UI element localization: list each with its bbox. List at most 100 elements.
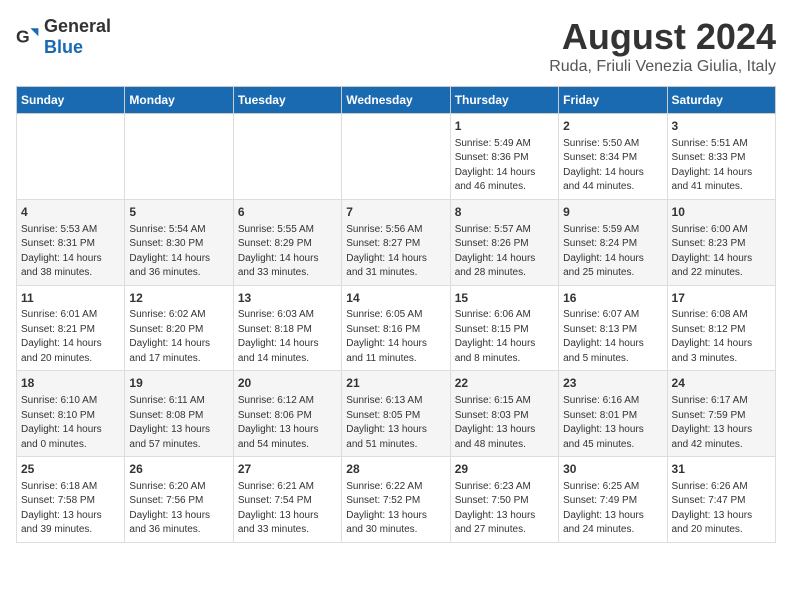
day-number: 28 (346, 461, 445, 478)
day-content: Sunrise: 6:10 AM Sunset: 8:10 PM Dayligh… (21, 394, 120, 452)
day-content: Sunrise: 5:49 AM Sunset: 8:36 PM Dayligh… (455, 137, 554, 195)
day-header-thursday: Thursday (450, 87, 558, 114)
calendar-cell (233, 114, 341, 200)
calendar-cell: 21 Sunrise: 6:13 AM Sunset: 8:05 PM Dayli… (342, 371, 450, 457)
calendar-cell: 28 Sunrise: 6:22 AM Sunset: 7:52 PM Dayli… (342, 457, 450, 543)
day-content: Sunrise: 6:03 AM Sunset: 8:18 PM Dayligh… (238, 308, 337, 366)
day-content: Sunrise: 5:55 AM Sunset: 8:29 PM Dayligh… (238, 223, 337, 281)
day-content: Sunrise: 5:51 AM Sunset: 8:33 PM Dayligh… (672, 137, 771, 195)
day-content: Sunrise: 5:57 AM Sunset: 8:26 PM Dayligh… (455, 223, 554, 281)
svg-text:G: G (16, 27, 30, 47)
day-number: 3 (672, 118, 771, 135)
calendar-cell: 24 Sunrise: 6:17 AM Sunset: 7:59 PM Dayli… (667, 371, 775, 457)
logo-blue: Blue (44, 37, 83, 57)
day-number: 21 (346, 375, 445, 392)
week-row-5: 25Sunrise: 6:18 AM Sunset: 7:58 PM Dayli… (17, 457, 776, 543)
day-header-wednesday: Wednesday (342, 87, 450, 114)
day-number: 20 (238, 375, 337, 392)
day-number: 9 (563, 204, 662, 221)
calendar-cell: 25Sunrise: 6:18 AM Sunset: 7:58 PM Dayli… (17, 457, 125, 543)
day-number: 24 (672, 375, 771, 392)
calendar-cell: 22 Sunrise: 6:15 AM Sunset: 8:03 PM Dayli… (450, 371, 558, 457)
day-content: Sunrise: 6:05 AM Sunset: 8:16 PM Dayligh… (346, 308, 445, 366)
day-number: 8 (455, 204, 554, 221)
calendar-cell: 7 Sunrise: 5:56 AM Sunset: 8:27 PM Daylig… (342, 199, 450, 285)
calendar-cell: 19 Sunrise: 6:11 AM Sunset: 8:08 PM Dayli… (125, 371, 233, 457)
day-number: 11 (21, 290, 120, 307)
calendar-cell: 1 Sunrise: 5:49 AM Sunset: 8:36 PM Daylig… (450, 114, 558, 200)
week-row-1: 1 Sunrise: 5:49 AM Sunset: 8:36 PM Daylig… (17, 114, 776, 200)
calendar-cell: 14Sunrise: 6:05 AM Sunset: 8:16 PM Dayli… (342, 285, 450, 371)
calendar-cell: 23 Sunrise: 6:16 AM Sunset: 8:01 PM Dayli… (559, 371, 667, 457)
calendar-cell: 29Sunrise: 6:23 AM Sunset: 7:50 PM Dayli… (450, 457, 558, 543)
day-content: Sunrise: 6:08 AM Sunset: 8:12 PM Dayligh… (672, 308, 771, 366)
calendar-cell: 5 Sunrise: 5:54 AM Sunset: 8:30 PM Daylig… (125, 199, 233, 285)
day-content: Sunrise: 6:16 AM Sunset: 8:01 PM Dayligh… (563, 394, 662, 452)
day-header-monday: Monday (125, 87, 233, 114)
day-number: 1 (455, 118, 554, 135)
day-content: Sunrise: 6:26 AM Sunset: 7:47 PM Dayligh… (672, 480, 771, 538)
day-content: Sunrise: 6:06 AM Sunset: 8:15 PM Dayligh… (455, 308, 554, 366)
day-number: 13 (238, 290, 337, 307)
day-number: 18 (21, 375, 120, 392)
day-number: 4 (21, 204, 120, 221)
day-content: Sunrise: 6:13 AM Sunset: 8:05 PM Dayligh… (346, 394, 445, 452)
day-header-row: SundayMondayTuesdayWednesdayThursdayFrid… (17, 87, 776, 114)
day-number: 22 (455, 375, 554, 392)
day-content: Sunrise: 6:15 AM Sunset: 8:03 PM Dayligh… (455, 394, 554, 452)
day-content: Sunrise: 5:54 AM Sunset: 8:30 PM Dayligh… (129, 223, 228, 281)
calendar-cell: 27 Sunrise: 6:21 AM Sunset: 7:54 PM Dayli… (233, 457, 341, 543)
calendar-cell: 18 Sunrise: 6:10 AM Sunset: 8:10 PM Dayli… (17, 371, 125, 457)
week-row-3: 11Sunrise: 6:01 AM Sunset: 8:21 PM Dayli… (17, 285, 776, 371)
calendar-cell (342, 114, 450, 200)
day-content: Sunrise: 6:11 AM Sunset: 8:08 PM Dayligh… (129, 394, 228, 452)
logo: G General Blue (16, 16, 111, 58)
day-header-friday: Friday (559, 87, 667, 114)
page-header: G General Blue August 2024 Ruda, Friuli … (16, 16, 776, 76)
logo-icon: G (16, 25, 40, 49)
title-area: August 2024 Ruda, Friuli Venezia Giulia,… (549, 16, 776, 76)
calendar-cell: 30 Sunrise: 6:25 AM Sunset: 7:49 PM Dayli… (559, 457, 667, 543)
calendar-cell: 3 Sunrise: 5:51 AM Sunset: 8:33 PM Daylig… (667, 114, 775, 200)
day-content: Sunrise: 6:21 AM Sunset: 7:54 PM Dayligh… (238, 480, 337, 538)
day-content: Sunrise: 6:01 AM Sunset: 8:21 PM Dayligh… (21, 308, 120, 366)
day-number: 7 (346, 204, 445, 221)
day-number: 23 (563, 375, 662, 392)
calendar-cell: 16Sunrise: 6:07 AM Sunset: 8:13 PM Dayli… (559, 285, 667, 371)
day-content: Sunrise: 6:22 AM Sunset: 7:52 PM Dayligh… (346, 480, 445, 538)
calendar-cell: 2 Sunrise: 5:50 AM Sunset: 8:34 PM Daylig… (559, 114, 667, 200)
calendar-table: SundayMondayTuesdayWednesdayThursdayFrid… (16, 86, 776, 543)
calendar-cell (17, 114, 125, 200)
day-content: Sunrise: 6:25 AM Sunset: 7:49 PM Dayligh… (563, 480, 662, 538)
calendar-subtitle: Ruda, Friuli Venezia Giulia, Italy (549, 58, 776, 76)
day-number: 10 (672, 204, 771, 221)
day-content: Sunrise: 5:59 AM Sunset: 8:24 PM Dayligh… (563, 223, 662, 281)
day-number: 31 (672, 461, 771, 478)
calendar-cell: 26Sunrise: 6:20 AM Sunset: 7:56 PM Dayli… (125, 457, 233, 543)
day-content: Sunrise: 5:50 AM Sunset: 8:34 PM Dayligh… (563, 137, 662, 195)
day-content: Sunrise: 6:20 AM Sunset: 7:56 PM Dayligh… (129, 480, 228, 538)
week-row-4: 18 Sunrise: 6:10 AM Sunset: 8:10 PM Dayli… (17, 371, 776, 457)
calendar-cell (125, 114, 233, 200)
day-number: 17 (672, 290, 771, 307)
day-number: 30 (563, 461, 662, 478)
day-number: 27 (238, 461, 337, 478)
day-number: 19 (129, 375, 228, 392)
day-number: 5 (129, 204, 228, 221)
calendar-cell: 10 Sunrise: 6:00 AM Sunset: 8:23 PM Dayli… (667, 199, 775, 285)
calendar-cell: 20 Sunrise: 6:12 AM Sunset: 8:06 PM Dayli… (233, 371, 341, 457)
calendar-cell: 11Sunrise: 6:01 AM Sunset: 8:21 PM Dayli… (17, 285, 125, 371)
day-content: Sunrise: 6:17 AM Sunset: 7:59 PM Dayligh… (672, 394, 771, 452)
day-content: Sunrise: 5:56 AM Sunset: 8:27 PM Dayligh… (346, 223, 445, 281)
day-number: 16 (563, 290, 662, 307)
day-content: Sunrise: 6:00 AM Sunset: 8:23 PM Dayligh… (672, 223, 771, 281)
day-content: Sunrise: 6:12 AM Sunset: 8:06 PM Dayligh… (238, 394, 337, 452)
logo-general: General (44, 16, 111, 36)
day-content: Sunrise: 5:53 AM Sunset: 8:31 PM Dayligh… (21, 223, 120, 281)
day-number: 25 (21, 461, 120, 478)
day-content: Sunrise: 6:23 AM Sunset: 7:50 PM Dayligh… (455, 480, 554, 538)
logo-text: General Blue (44, 16, 111, 58)
day-header-tuesday: Tuesday (233, 87, 341, 114)
calendar-cell: 17Sunrise: 6:08 AM Sunset: 8:12 PM Dayli… (667, 285, 775, 371)
day-number: 2 (563, 118, 662, 135)
